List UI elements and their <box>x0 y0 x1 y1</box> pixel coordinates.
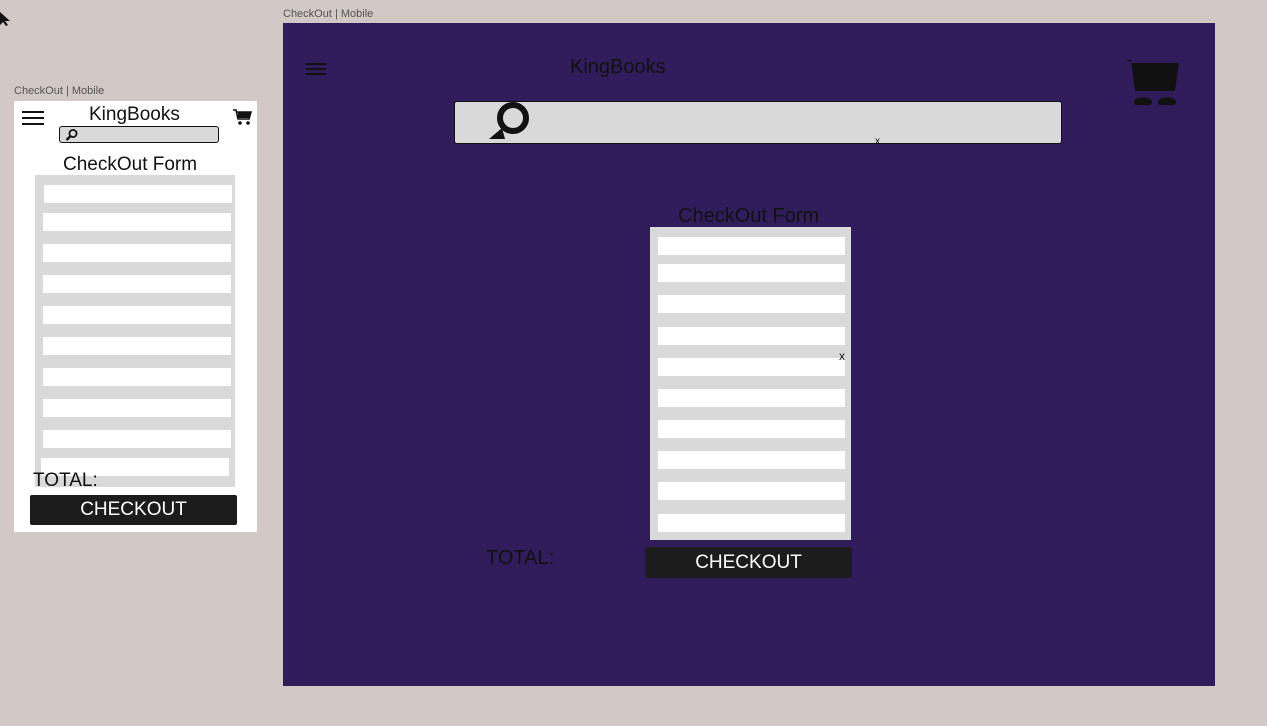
form-title: CheckOut Form <box>678 205 820 227</box>
search-icon <box>489 102 529 139</box>
checkout-button[interactable]: CHECKOUT <box>30 495 237 525</box>
brand-title: KingBooks <box>89 104 180 125</box>
form-field[interactable] <box>43 399 231 417</box>
search-input[interactable] <box>59 126 219 143</box>
form-field[interactable] <box>658 327 845 345</box>
desktop-frame-label: CheckOut | Mobile <box>283 8 374 20</box>
cart-icon[interactable] <box>232 107 252 127</box>
form-field[interactable] <box>43 275 231 293</box>
desktop-frame: KingBooks x CheckOut Form x TOTAL: CHECK… <box>283 23 1215 686</box>
form-field[interactable] <box>43 368 231 386</box>
form-field[interactable] <box>658 264 845 282</box>
menu-icon[interactable] <box>306 63 326 77</box>
brand-title: KingBooks <box>570 56 666 78</box>
search-input[interactable]: x <box>454 101 1062 147</box>
form-field[interactable] <box>43 337 231 355</box>
form-field[interactable] <box>658 420 845 438</box>
checkout-button[interactable]: CHECKOUT <box>645 547 852 578</box>
search-clear-icon[interactable]: x <box>875 136 880 147</box>
menu-icon[interactable] <box>22 111 44 127</box>
total-label: TOTAL: <box>486 547 555 569</box>
form-field[interactable] <box>43 213 231 231</box>
mobile-frame: KingBooks CheckOut Form TOTAL: CHECKOUT <box>14 101 257 532</box>
form-field[interactable] <box>658 237 845 255</box>
form-field[interactable] <box>658 482 845 500</box>
form-field[interactable] <box>658 514 845 532</box>
form-field[interactable] <box>44 185 232 203</box>
form-field[interactable] <box>658 389 845 407</box>
form-field[interactable] <box>43 430 231 448</box>
cart-icon[interactable] <box>1123 57 1183 105</box>
checkout-form: x <box>650 227 851 540</box>
form-field[interactable] <box>658 358 845 376</box>
form-field[interactable] <box>658 295 845 313</box>
form-field[interactable] <box>43 306 231 324</box>
form-field[interactable] <box>658 451 845 469</box>
mobile-frame-label: CheckOut | Mobile <box>14 85 105 97</box>
form-field[interactable] <box>43 244 231 262</box>
total-label: TOTAL: <box>33 470 98 491</box>
form-marker: x <box>839 349 845 363</box>
cursor-icon <box>0 12 10 26</box>
checkout-form <box>35 175 235 487</box>
search-icon <box>65 129 78 141</box>
form-title: CheckOut Form <box>63 154 198 175</box>
